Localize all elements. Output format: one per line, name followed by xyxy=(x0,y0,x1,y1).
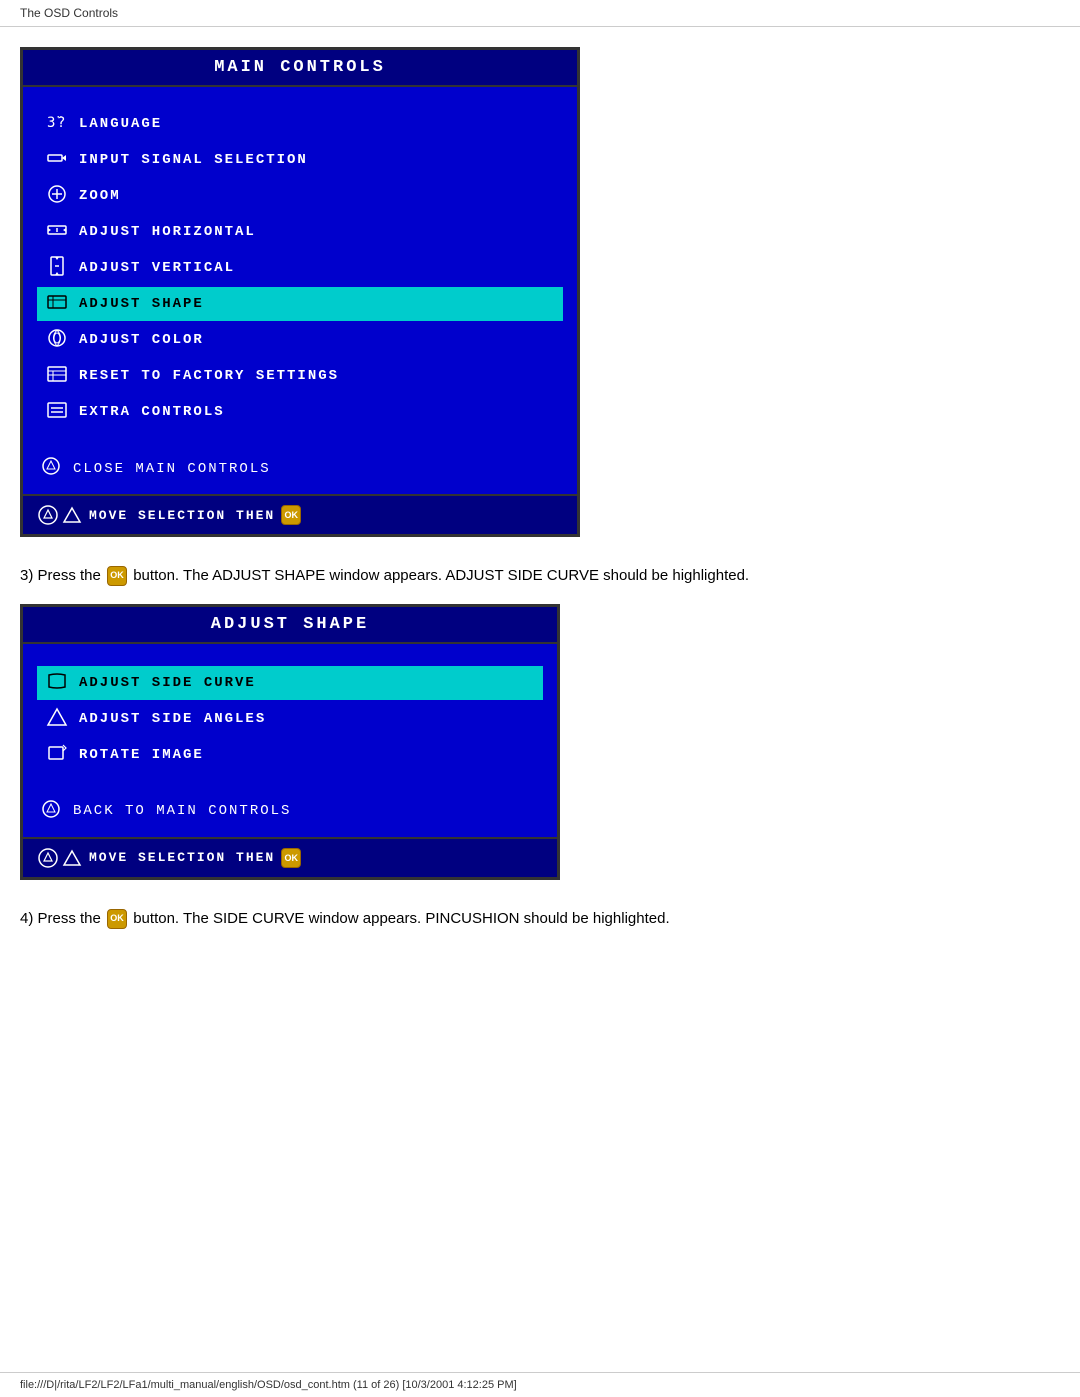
shape-icon xyxy=(43,291,71,317)
adjust-shape-footer: MOVE SELECTION THEN OK xyxy=(23,837,557,877)
menu-item-adjust-vert[interactable]: ADJUST VERTICAL xyxy=(37,251,563,285)
extra-label: EXTRA CONTROLS xyxy=(79,404,225,420)
footer-nav-icons xyxy=(37,504,83,526)
footer-nav-icons2 xyxy=(37,847,83,869)
footer-ok-badge2: OK xyxy=(281,848,301,868)
header-title: The OSD Controls xyxy=(20,6,118,20)
vert-icon xyxy=(43,255,71,281)
menu-item-language[interactable]: 3̈ ? LANGUAGE xyxy=(37,107,563,141)
horiz-icon xyxy=(43,219,71,245)
close-row[interactable]: CLOSE MAIN CONTROLS xyxy=(23,447,577,490)
step3-pre: 3) Press the xyxy=(20,567,101,584)
lang-icon: 3̈ ? xyxy=(43,111,71,137)
step4-pre: 4) Press the xyxy=(20,910,101,927)
back-label: BACK TO MAIN CONTROLS xyxy=(73,803,291,819)
rotate-icon xyxy=(43,742,71,768)
step3-post: button. The ADJUST SHAPE window appears.… xyxy=(133,567,749,584)
adjust-shape-title: ADJUST SHAPE xyxy=(23,607,557,644)
horiz-label: ADJUST HORIZONTAL xyxy=(79,224,256,240)
close-icon xyxy=(37,455,65,482)
menu-item-adjust-shape[interactable]: ADJUST SHAPE xyxy=(37,287,563,321)
input-icon xyxy=(43,147,71,173)
side-curve-label: ADJUST SIDE CURVE xyxy=(79,675,256,691)
menu-item-side-curve[interactable]: ADJUST SIDE CURVE xyxy=(37,666,543,700)
main-controls-footer: MOVE SELECTION THEN OK xyxy=(23,494,577,534)
reset-icon xyxy=(43,363,71,389)
main-controls-screen: MAIN CONTROLS 3̈ ? LANGUAGE xyxy=(20,47,580,537)
back-row[interactable]: BACK TO MAIN CONTROLS xyxy=(23,790,557,833)
step3-paragraph: 3) Press the OK button. The ADJUST SHAPE… xyxy=(20,565,1060,588)
menu-item-adjust-color[interactable]: ADJUST COLOR xyxy=(37,323,563,357)
footer-text2: MOVE SELECTION THEN xyxy=(89,850,275,865)
side-curve-icon xyxy=(43,670,71,696)
step3-ok-button: OK xyxy=(107,566,127,586)
menu-item-reset[interactable]: RESET TO FACTORY SETTINGS xyxy=(37,359,563,393)
page-header: The OSD Controls xyxy=(0,0,1080,27)
zoom-label: ZOOM xyxy=(79,188,121,204)
page-footer: file:///D|/rita/LF2/LF2/LFa1/multi_manua… xyxy=(0,1372,1080,1397)
menu-item-zoom[interactable]: ZOOM xyxy=(37,179,563,213)
color-icon xyxy=(43,327,71,353)
vert-label: ADJUST VERTICAL xyxy=(79,260,235,276)
side-angles-label: ADJUST SIDE ANGLES xyxy=(79,711,266,727)
footer-text: MOVE SELECTION THEN xyxy=(89,508,275,523)
step4-ok-button: OK xyxy=(107,909,127,929)
step4-post: button. The SIDE CURVE window appears. P… xyxy=(133,910,669,927)
reset-label: RESET TO FACTORY SETTINGS xyxy=(79,368,339,384)
footer-ok-badge: OK xyxy=(281,505,301,525)
back-icon xyxy=(37,798,65,825)
menu-item-adjust-horiz[interactable]: ADJUST HORIZONTAL xyxy=(37,215,563,249)
zoom-icon xyxy=(43,183,71,209)
close-label: CLOSE MAIN CONTROLS xyxy=(73,461,271,477)
input-label: INPUT SIGNAL SELECTION xyxy=(79,152,308,168)
menu-item-side-angles[interactable]: ADJUST SIDE ANGLES xyxy=(37,702,543,736)
menu-item-extra[interactable]: EXTRA CONTROLS xyxy=(37,395,563,429)
shape-label: ADJUST SHAPE xyxy=(79,296,204,312)
rotate-label: ROTATE IMAGE xyxy=(79,747,204,763)
menu-item-rotate[interactable]: ROTATE IMAGE xyxy=(37,738,543,772)
side-angles-icon xyxy=(43,706,71,732)
color-label: ADJUST COLOR xyxy=(79,332,204,348)
lang-label: LANGUAGE xyxy=(79,116,162,132)
main-controls-title: MAIN CONTROLS xyxy=(23,50,577,87)
footer-path: file:///D|/rita/LF2/LF2/LFa1/multi_manua… xyxy=(20,1379,517,1391)
menu-item-input[interactable]: INPUT SIGNAL SELECTION xyxy=(37,143,563,177)
adjust-shape-screen: ADJUST SHAPE ADJUST SIDE CURVE xyxy=(20,604,560,880)
step4-paragraph: 4) Press the OK button. The SIDE CURVE w… xyxy=(20,908,1060,931)
svg-text:?: ? xyxy=(57,115,67,131)
extra-icon xyxy=(43,399,71,425)
